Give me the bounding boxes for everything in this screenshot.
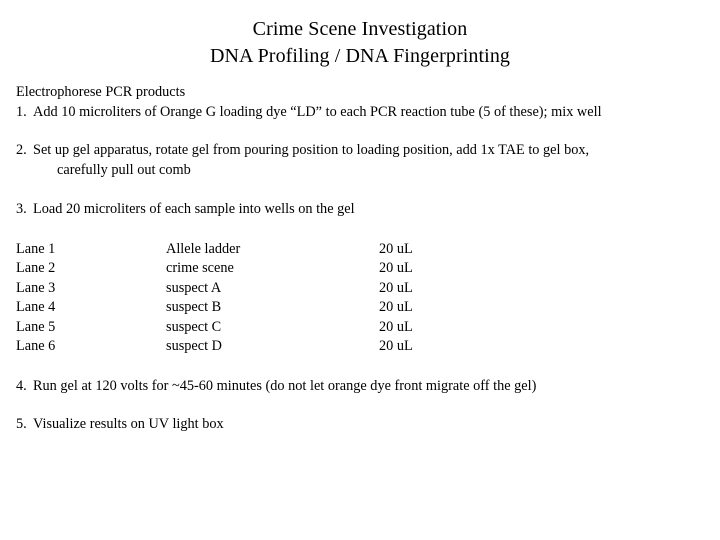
step-1-number: 1. <box>16 103 27 120</box>
step-5-text: Visualize results on UV light box <box>33 416 224 432</box>
spacer-before-table <box>16 220 706 240</box>
lane-sample: suspect D <box>166 338 222 354</box>
lane-label: Lane 5 <box>16 318 56 335</box>
lane-volume: 20 uL <box>379 338 413 354</box>
table-row: Lane 6 suspect D 20 uL <box>16 337 499 357</box>
lane-table-body: Lane 1 Allele ladder 20 uL Lane 2 crime … <box>16 240 499 357</box>
lead-text: Electrophorese PCR products <box>16 84 186 100</box>
lane-volume: 20 uL <box>379 299 413 315</box>
step-4: 4. Run gel at 120 volts for ~45-60 minut… <box>16 377 706 397</box>
step-5: 5. Visualize results on UV light box <box>16 415 706 435</box>
lane-sample: suspect A <box>166 279 222 296</box>
step-2-text: Set up gel apparatus, rotate gel from po… <box>33 142 590 158</box>
lane-volume: 20 uL <box>379 318 413 335</box>
step-1-text: Add 10 microliters of Orange G loading d… <box>33 103 602 120</box>
spacer-after-step-2 <box>16 180 706 200</box>
step-3-number: 3. <box>16 201 27 217</box>
spacer-after-step-4 <box>16 396 706 415</box>
title-line-1: Crime Scene Investigation <box>252 18 468 40</box>
step-2-continuation: carefully pull out comb <box>57 161 191 178</box>
step-3: 3. Load 20 microliters of each sample in… <box>16 200 706 220</box>
table-row: Lane 4 suspect B 20 uL <box>16 298 499 318</box>
step-2: 2. Set up gel apparatus, rotate gel from… <box>16 141 706 180</box>
lane-label: Lane 2 <box>16 260 56 276</box>
lane-sample: suspect B <box>166 299 222 315</box>
lane-sample: suspect C <box>166 318 222 335</box>
step-5-number: 5. <box>16 416 27 432</box>
lane-label: Lane 6 <box>16 338 56 354</box>
lane-label: Lane 1 <box>16 240 56 257</box>
step-2-number: 2. <box>16 142 27 158</box>
lane-sample: crime scene <box>166 260 234 276</box>
slide-body: Electrophorese PCR products 1. Add 10 mi… <box>16 83 706 435</box>
lane-label: Lane 4 <box>16 299 56 315</box>
lane-volume: 20 uL <box>379 260 413 276</box>
lane-table: Lane 1 Allele ladder 20 uL Lane 2 crime … <box>16 240 499 357</box>
lane-volume: 20 uL <box>379 279 413 296</box>
table-row: Lane 5 suspect C 20 uL <box>16 318 499 338</box>
step-4-number: 4. <box>16 377 27 394</box>
step-4-text: Run gel at 120 volts for ~45-60 minutes … <box>33 377 537 394</box>
spacer-after-table <box>16 357 706 377</box>
spacer-after-step-1 <box>16 122 706 141</box>
table-row: Lane 3 suspect A 20 uL <box>16 279 499 299</box>
slide-title: Crime Scene Investigation DNA Profiling … <box>0 16 720 70</box>
table-row: Lane 2 crime scene 20 uL <box>16 259 499 279</box>
title-line-2: DNA Profiling / DNA Fingerprinting <box>209 45 511 67</box>
lane-sample: Allele ladder <box>166 240 241 257</box>
lane-label: Lane 3 <box>16 279 56 296</box>
lane-volume: 20 uL <box>379 240 413 257</box>
slide-canvas: Crime Scene Investigation DNA Profiling … <box>0 0 720 540</box>
step-3-text: Load 20 microliters of each sample into … <box>33 201 355 217</box>
step-1: 1. Add 10 microliters of Orange G loadin… <box>16 103 706 123</box>
table-row: Lane 1 Allele ladder 20 uL <box>16 240 499 260</box>
